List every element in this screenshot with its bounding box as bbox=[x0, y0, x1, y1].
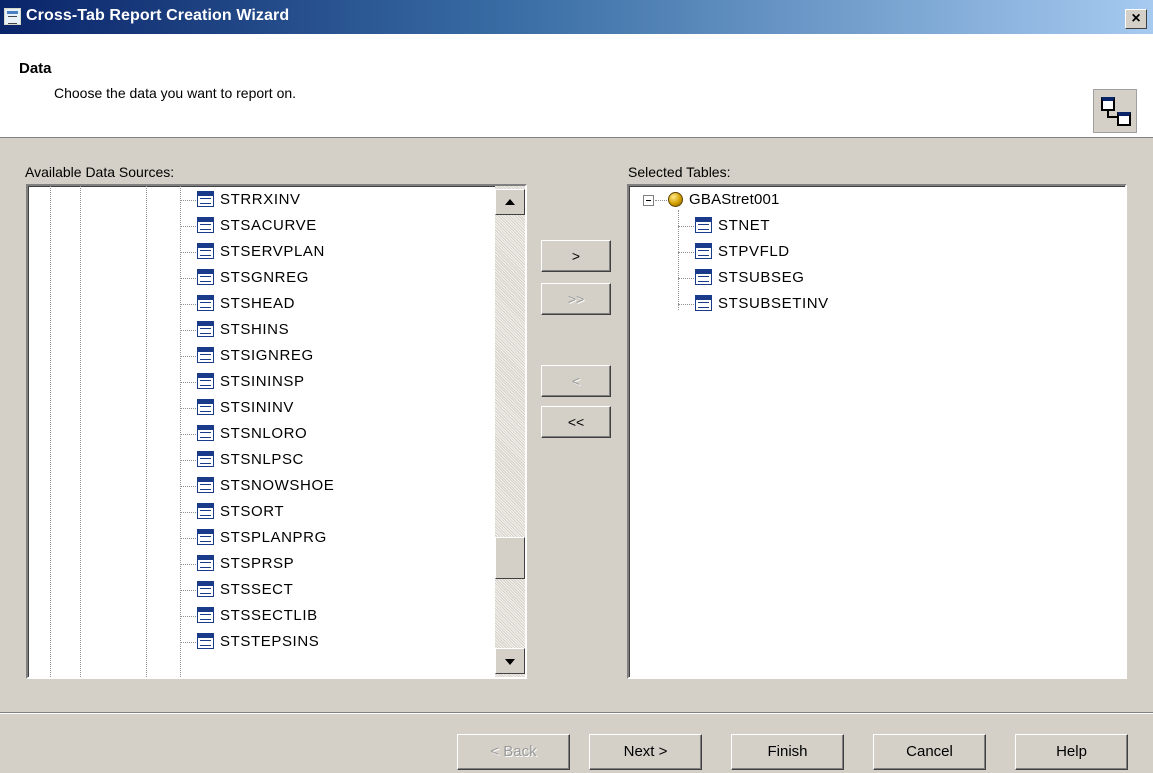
tree-guide-line bbox=[146, 186, 147, 677]
table-icon bbox=[695, 217, 712, 233]
next-button[interactable]: Next > bbox=[589, 734, 702, 770]
help-button[interactable]: Help bbox=[1015, 734, 1128, 770]
tree-item-database[interactable]: GBAStret001 bbox=[629, 188, 929, 212]
selected-tables-label: Selected Tables: bbox=[628, 164, 731, 180]
scroll-down-arrow-icon[interactable] bbox=[495, 648, 525, 674]
database-icon bbox=[668, 192, 683, 207]
table-icon bbox=[197, 243, 214, 259]
table-icon bbox=[197, 555, 214, 571]
selected-tables-tree[interactable]: GBAStret001 STNET STPVFLD STSUBSEG STSUB… bbox=[627, 184, 1127, 679]
remove-table-button[interactable]: < bbox=[541, 365, 611, 397]
available-data-sources-tree[interactable]: STRRXINV STSACURVE STSERVPLAN STSGNREG S… bbox=[26, 184, 527, 679]
table-icon bbox=[197, 477, 214, 493]
tree-guide-line bbox=[50, 186, 51, 677]
table-icon bbox=[197, 217, 214, 233]
table-icon bbox=[197, 347, 214, 363]
table-icon bbox=[197, 529, 214, 545]
table-icon bbox=[197, 581, 214, 597]
table-icon bbox=[197, 607, 214, 623]
window-title: Cross-Tab Report Creation Wizard bbox=[26, 7, 290, 24]
table-icon bbox=[197, 373, 214, 389]
finish-button[interactable]: Finish bbox=[731, 734, 844, 770]
scroll-up-arrow-icon[interactable] bbox=[495, 189, 525, 215]
available-data-sources-label: Available Data Sources: bbox=[25, 164, 175, 180]
cancel-button[interactable]: Cancel bbox=[873, 734, 986, 770]
tree-guide-line bbox=[180, 186, 181, 677]
tree-guide-line bbox=[80, 186, 81, 677]
wizard-header: Data Choose the data you want to report … bbox=[0, 34, 1153, 138]
table-link-icon bbox=[1093, 89, 1137, 133]
title-bar: Cross-Tab Report Creation Wizard × bbox=[0, 0, 1153, 34]
table-icon bbox=[197, 321, 214, 337]
remove-all-tables-button[interactable]: << bbox=[541, 406, 611, 438]
vertical-scrollbar[interactable] bbox=[495, 186, 525, 677]
table-icon bbox=[695, 295, 712, 311]
close-button[interactable]: × bbox=[1125, 9, 1147, 29]
table-icon bbox=[197, 503, 214, 519]
page-subtitle: Choose the data you want to report on. bbox=[54, 85, 297, 101]
collapse-icon[interactable] bbox=[643, 195, 654, 206]
tree-guide-line bbox=[678, 210, 679, 310]
table-icon bbox=[197, 633, 214, 649]
scrollbar-thumb[interactable] bbox=[495, 537, 525, 579]
footer-separator bbox=[0, 712, 1153, 714]
table-icon bbox=[197, 269, 214, 285]
back-button[interactable]: < Back bbox=[457, 734, 570, 770]
table-icon bbox=[695, 243, 712, 259]
wizard-app-icon bbox=[4, 8, 21, 25]
table-icon bbox=[197, 295, 214, 311]
add-all-tables-button[interactable]: >> bbox=[541, 283, 611, 315]
table-icon bbox=[197, 451, 214, 467]
table-icon bbox=[197, 425, 214, 441]
table-icon bbox=[197, 399, 214, 415]
add-table-button[interactable]: > bbox=[541, 240, 611, 272]
table-icon bbox=[695, 269, 712, 285]
table-icon bbox=[197, 191, 214, 207]
page-title: Data bbox=[19, 60, 52, 77]
